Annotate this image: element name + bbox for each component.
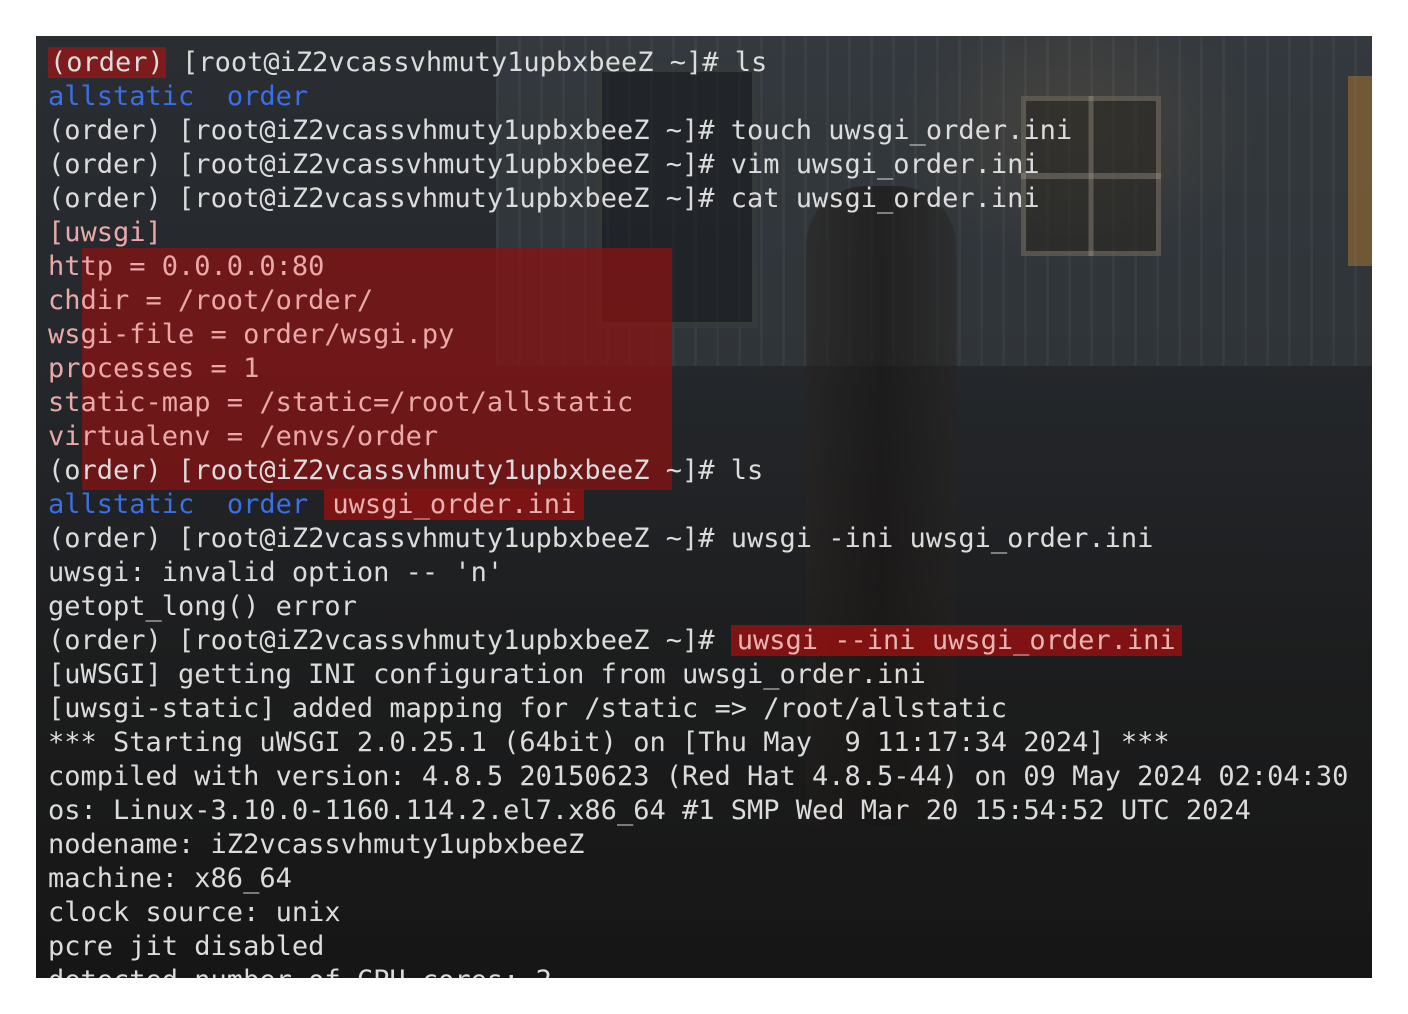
venv-prompt: (order) <box>48 183 162 214</box>
prompt-line: (order) [root@iZ2vcassvhmuty1upbxbeeZ ~]… <box>48 148 1348 182</box>
ls-output: allstatic order uwsgi_order.ini <box>48 488 1348 522</box>
shell-prompt: [root@iZ2vcassvhmuty1upbxbeeZ ~]# <box>165 47 735 78</box>
config-line: processes = 1 <box>48 353 260 384</box>
venv-prompt: (order) <box>48 455 162 486</box>
command: uwsgi -ini uwsgi_order.ini <box>730 523 1154 554</box>
prompt-line: (order) [root@iZ2vcassvhmuty1upbxbeeZ ~]… <box>48 454 1348 488</box>
venv-prompt: (order) <box>48 149 162 180</box>
output-line: *** Starting uWSGI 2.0.25.1 (64bit) on [… <box>48 727 1170 758</box>
command: touch uwsgi_order.ini <box>730 115 1073 146</box>
output-line: [uWSGI] getting INI configuration from u… <box>48 659 926 690</box>
shell-prompt: [root@iZ2vcassvhmuty1upbxbeeZ ~]# <box>161 523 731 554</box>
config-line: static-map = /static=/root/allstatic <box>48 387 634 418</box>
terminal-output[interactable]: (order) [root@iZ2vcassvhmuty1upbxbeeZ ~]… <box>48 46 1348 978</box>
prompt-line: (order) [root@iZ2vcassvhmuty1upbxbeeZ ~]… <box>48 522 1348 556</box>
output-line: clock source: unix <box>48 897 341 928</box>
highlighted-command: uwsgi --ini uwsgi_order.ini <box>730 625 1182 656</box>
directory-entry: order <box>226 81 309 112</box>
shell-prompt: [root@iZ2vcassvhmuty1upbxbeeZ ~]# <box>161 115 731 146</box>
venv-prompt: (order) <box>48 625 162 656</box>
config-line: wsgi-file = order/wsgi.py <box>48 319 455 350</box>
prompt-line: (order) [root@iZ2vcassvhmuty1upbxbeeZ ~]… <box>48 46 1348 80</box>
terminal-window[interactable]: (order) [root@iZ2vcassvhmuty1upbxbeeZ ~]… <box>36 36 1372 978</box>
config-line: chdir = /root/order/ <box>48 285 374 316</box>
shell-prompt: [root@iZ2vcassvhmuty1upbxbeeZ ~]# <box>161 455 731 486</box>
command: ls <box>730 455 764 486</box>
prompt-line: (order) [root@iZ2vcassvhmuty1upbxbeeZ ~]… <box>48 182 1348 216</box>
output-line: os: Linux-3.10.0-1160.114.2.el7.x86_64 #… <box>48 795 1251 826</box>
output-line: pcre jit disabled <box>48 931 325 962</box>
command: vim uwsgi_order.ini <box>730 149 1040 180</box>
ls-output: allstatic order <box>48 80 1348 114</box>
output-line: nodename: iZ2vcassvhmuty1upbxbeeZ <box>48 829 585 860</box>
config-line: virtualenv = /envs/order <box>48 421 439 452</box>
file-entry: uwsgi_order.ini <box>324 489 585 520</box>
error-output: getopt_long() error <box>48 591 357 622</box>
output-line: [uwsgi-static] added mapping for /static… <box>48 693 1008 724</box>
shell-prompt: [root@iZ2vcassvhmuty1upbxbeeZ ~]# <box>161 183 731 214</box>
command: ls <box>734 47 768 78</box>
venv-prompt: (order) <box>48 47 166 78</box>
output-line: compiled with version: 4.8.5 20150623 (R… <box>48 761 1349 792</box>
venv-prompt: (order) <box>48 115 162 146</box>
prompt-line: (order) [root@iZ2vcassvhmuty1upbxbeeZ ~]… <box>48 624 1348 658</box>
directory-entry: order <box>226 489 309 520</box>
output-line: detected number of CPU cores: 2 <box>48 964 1348 978</box>
error-output: uwsgi: invalid option -- 'n' <box>48 557 504 588</box>
background-lit-window <box>1348 76 1372 266</box>
config-line: http = 0.0.0.0:80 <box>48 251 325 282</box>
shell-prompt: [root@iZ2vcassvhmuty1upbxbeeZ ~]# <box>161 149 731 180</box>
output-line: machine: x86_64 <box>48 863 292 894</box>
command: cat uwsgi_order.ini <box>730 183 1040 214</box>
directory-entry: allstatic <box>48 81 195 112</box>
venv-prompt: (order) <box>48 523 162 554</box>
config-line: [uwsgi] <box>48 217 162 248</box>
directory-entry: allstatic <box>48 489 195 520</box>
prompt-line: (order) [root@iZ2vcassvhmuty1upbxbeeZ ~]… <box>48 114 1348 148</box>
shell-prompt: [root@iZ2vcassvhmuty1upbxbeeZ ~]# <box>161 625 731 656</box>
